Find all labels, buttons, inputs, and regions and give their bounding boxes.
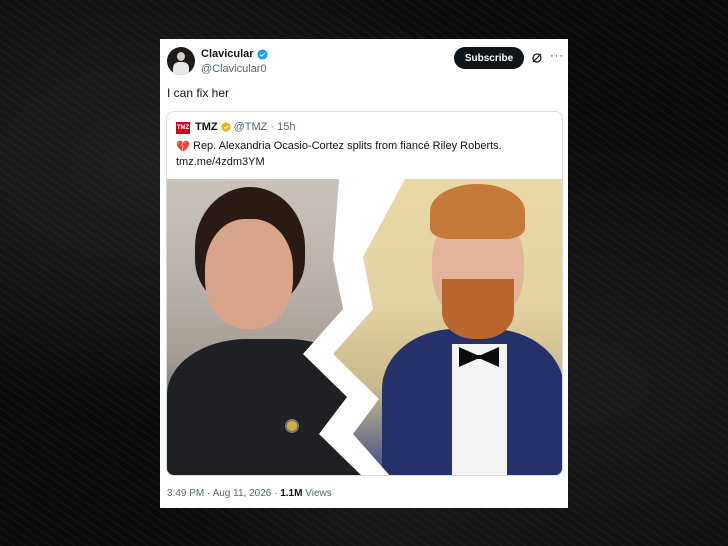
left-person-face (205, 219, 293, 329)
subscribe-button[interactable]: Subscribe (454, 47, 524, 69)
broken-heart-icon: 💔 (176, 141, 190, 153)
quote-header: TMZ @TMZ · 15h (195, 121, 296, 133)
quote-tweet-card[interactable]: TMZ TMZ @TMZ · 15h 💔 Rep. Alexandria Oca… (166, 111, 563, 476)
author-name-row[interactable]: Clavicular (201, 48, 268, 60)
tweet-card: Clavicular @Clavicular0 Subscribe ··· I … (160, 39, 568, 508)
tmz-logo: TMZ (176, 122, 190, 134)
timestamp[interactable]: 3:49 PM · Aug 11, 2026 · (167, 488, 280, 499)
quote-author-name[interactable]: TMZ (195, 121, 218, 133)
grok-icon[interactable] (531, 52, 543, 64)
more-icon[interactable]: ··· (550, 50, 564, 62)
right-person-hair (430, 184, 525, 239)
author-name[interactable]: Clavicular (201, 48, 254, 60)
split-photo[interactable] (167, 179, 562, 475)
quote-link[interactable]: tmz.me/4zdm3YM (176, 156, 265, 168)
avatar-head (177, 52, 185, 61)
views-count: 1.1M (280, 488, 303, 499)
verified-icon (257, 48, 268, 60)
gold-verified-icon (221, 122, 231, 132)
author-handle[interactable]: @Clavicular0 (201, 63, 267, 75)
avatar-body (173, 62, 189, 75)
quote-author-handle[interactable]: @TMZ · 15h (234, 121, 296, 133)
avatar[interactable] (167, 47, 195, 75)
timestamp-row: 3:49 PM · Aug 11, 2026 · 1.1M Views (167, 488, 332, 499)
views-label: Views (302, 488, 332, 499)
quote-text: Rep. Alexandria Ocasio-Cortez splits fro… (193, 140, 502, 152)
tweet-text: I can fix her (167, 86, 230, 100)
right-person-beard (442, 279, 514, 339)
left-person-pin (285, 419, 299, 433)
